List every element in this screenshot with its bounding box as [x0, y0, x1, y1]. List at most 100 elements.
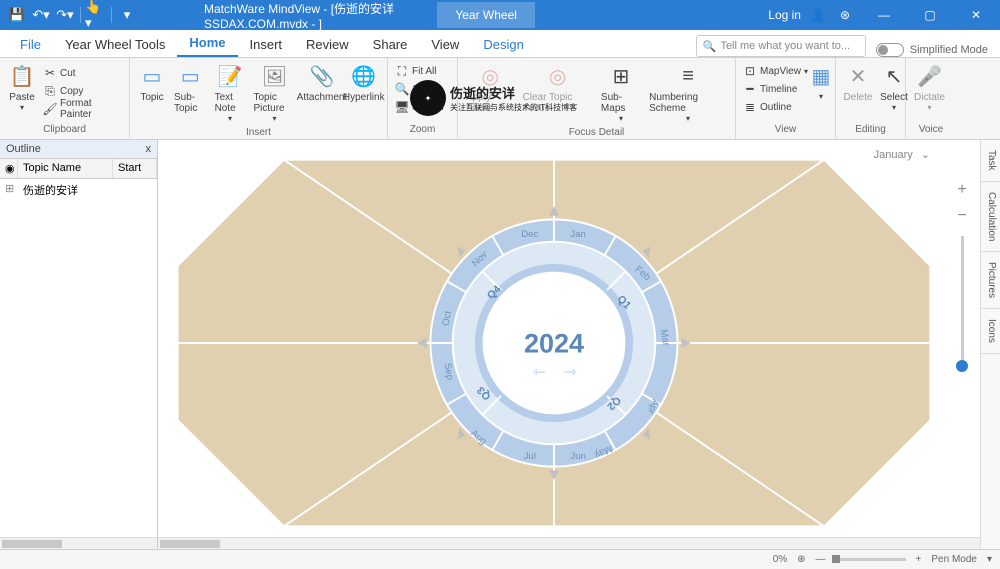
group-editing: Editing	[840, 122, 901, 137]
fitall-icon: ⛶	[395, 64, 409, 78]
tab-file[interactable]: File	[8, 32, 53, 57]
fit-all-button[interactable]: ⛶Fit All	[392, 62, 447, 80]
outline-col-visibility[interactable]: ◉	[0, 159, 18, 178]
canvas-hscroll[interactable]	[158, 537, 980, 549]
numbering-button[interactable]: ≡Numbering Scheme▾	[645, 60, 731, 125]
topic-picture-button[interactable]: 🖼Topic Picture▾	[250, 60, 300, 125]
zoom-fit-icon[interactable]: ⊕	[797, 554, 805, 565]
window-title: MatchWare MindView - [伤逝的安详 SSDAX.COM.mv…	[144, 0, 437, 31]
close-button[interactable]: ✕	[956, 0, 996, 30]
timeline-button[interactable]: ━Timeline	[740, 80, 811, 98]
watermark-logo-icon: ✦	[410, 80, 446, 116]
select-icon: ↖	[880, 62, 908, 90]
zoom-icon: 🔍	[395, 82, 409, 96]
group-clipboard: Clipboard	[4, 122, 125, 137]
format-painter-button[interactable]: 🖌Format Painter	[40, 100, 125, 118]
qat-more-icon[interactable]: ▾	[116, 4, 138, 26]
svg-text:Dec: Dec	[521, 229, 538, 240]
undo-icon[interactable]: ↶▾	[30, 4, 52, 26]
zoom-in-button[interactable]: +	[952, 180, 972, 200]
next-year-icon: ⇾	[564, 364, 577, 381]
canvas[interactable]: Q1 Q2 Q3 Q4 Jan Feb Mar Apr May Jun Jul …	[158, 140, 1000, 549]
attachment-icon: 📎	[308, 62, 336, 90]
tab-insert[interactable]: Insert	[238, 32, 295, 57]
zoom-slider[interactable]	[961, 236, 964, 366]
textnote-button[interactable]: 📝Text Note▾	[211, 60, 250, 125]
view-more-button[interactable]: ▦▾	[811, 60, 831, 103]
outline-col-topic[interactable]: Topic Name	[18, 159, 113, 178]
hyperlink-icon: 🌐	[350, 62, 378, 90]
user-icon[interactable]: 👤	[811, 8, 826, 22]
save-icon[interactable]: 💾	[6, 4, 28, 26]
tab-pictures[interactable]: Pictures	[981, 252, 1000, 309]
outline-row[interactable]: ⊞ 伤逝的安详	[0, 179, 157, 201]
simplified-mode-toggle[interactable]	[876, 43, 904, 57]
login-link[interactable]: Log in	[768, 8, 801, 22]
watermark: ✦ 伤逝的安详 关注互联网与系统技术的IT科技博客	[410, 80, 577, 116]
month-dropdown[interactable]: January ⌄	[874, 148, 930, 161]
subtopic-icon: ▭	[176, 62, 204, 90]
mapview-button[interactable]: ⊡MapView▾	[740, 62, 811, 80]
submaps-button[interactable]: ⊞Sub-Maps▾	[597, 60, 645, 125]
maximize-button[interactable]: ▢	[910, 0, 950, 30]
topic-button[interactable]: ▭Topic	[134, 60, 170, 105]
tab-view[interactable]: View	[419, 32, 471, 57]
tab-design[interactable]: Design	[471, 32, 535, 57]
search-input[interactable]: 🔍 Tell me what you want to...	[696, 35, 866, 57]
chevron-down-icon: ⌄	[921, 148, 930, 161]
attachment-button[interactable]: 📎Attachment	[299, 60, 344, 105]
outline-row-icon: ⊞	[0, 179, 18, 201]
cut-icon: ✂	[43, 66, 57, 80]
copy-icon: ⎘	[43, 84, 57, 98]
submaps-icon: ⊞	[607, 62, 635, 90]
numbering-icon: ≡	[674, 62, 702, 90]
grid-icon: ▦	[807, 62, 835, 90]
tab-icons[interactable]: Icons	[981, 309, 1000, 354]
group-view: View	[740, 122, 831, 137]
help-icon[interactable]: ⊛	[840, 8, 850, 22]
hyperlink-button[interactable]: 🌐Hyperlink	[344, 60, 383, 105]
outline-col-start[interactable]: Start	[113, 159, 157, 178]
tab-task[interactable]: Task	[981, 140, 1000, 182]
touch-icon[interactable]: 👆▾	[85, 4, 107, 26]
svg-text:Jul: Jul	[524, 451, 536, 462]
prev-year-icon: ⇽	[533, 364, 546, 381]
search-icon: 🔍	[703, 40, 717, 53]
group-voice: Voice	[910, 122, 952, 137]
subtopic-button[interactable]: ▭Sub-Topic	[170, 60, 211, 116]
group-focus: Focus Detail	[462, 125, 731, 140]
minimize-button[interactable]: —	[864, 0, 904, 30]
simplified-mode-label: Simplified Mode	[910, 44, 988, 56]
group-zoom: Zoom	[392, 122, 453, 137]
tab-calculation[interactable]: Calculation	[981, 182, 1000, 252]
paste-icon: 📋	[8, 62, 36, 90]
outline-hscroll[interactable]	[0, 537, 157, 549]
search-placeholder: Tell me what you want to...	[720, 40, 850, 52]
context-tab-yearwheel[interactable]: Year Wheel	[437, 2, 535, 28]
delete-icon: ✕	[844, 62, 872, 90]
outline-title: Outline	[6, 143, 41, 155]
svg-text:Jan: Jan	[570, 229, 586, 240]
tab-home[interactable]: Home	[177, 30, 237, 57]
status-zoom-slider[interactable]	[836, 558, 906, 561]
tab-yearwheel-tools[interactable]: Year Wheel Tools	[53, 32, 177, 57]
tab-share[interactable]: Share	[361, 32, 420, 57]
cut-button[interactable]: ✂Cut	[40, 64, 125, 82]
tab-review[interactable]: Review	[294, 32, 361, 57]
timeline-icon: ━	[743, 82, 757, 96]
paste-button[interactable]: 📋Paste▾	[4, 60, 40, 114]
brush-icon: 🖌	[43, 102, 57, 116]
mapview-icon: ⊡	[743, 64, 757, 78]
dictate-button[interactable]: 🎤Dictate▾	[910, 60, 949, 114]
svg-text:Jun: Jun	[570, 451, 586, 462]
screen-icon: 🖥	[395, 100, 409, 114]
zoom-out-button[interactable]: −	[952, 206, 972, 226]
chevron-down-icon: ▾	[987, 554, 992, 565]
outline-view-button[interactable]: ≣Outline	[740, 98, 811, 116]
outline-close-button[interactable]: x	[146, 143, 152, 155]
textnote-icon: 📝	[216, 62, 244, 90]
pen-mode-button[interactable]: Pen Mode	[931, 554, 977, 565]
group-insert: Insert	[134, 125, 383, 140]
redo-icon[interactable]: ↷▾	[54, 4, 76, 26]
delete-button[interactable]: ✕Delete	[840, 60, 876, 105]
